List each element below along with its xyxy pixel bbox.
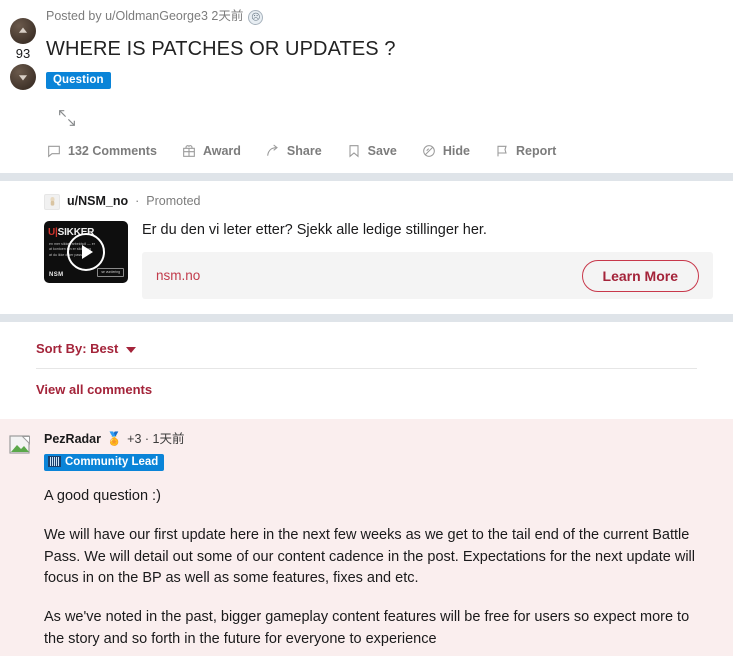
comments-label: 132 Comments	[68, 144, 157, 159]
promoted-header: u/NSM_no · Promoted	[44, 193, 713, 211]
page-title[interactable]: WHERE IS PATCHES OR UPDATES ?	[46, 37, 693, 63]
upvote-arrow[interactable]	[10, 18, 36, 44]
promoted-content: Er du den vi leter etter? Sjekk alle led…	[142, 221, 713, 300]
post-container: 93 Posted by u/OldmanGeorge3 2天前 ☹ WHERE…	[0, 0, 733, 174]
section-divider-band-2	[0, 314, 733, 323]
award-badge-icon: 🏅	[105, 431, 123, 447]
chevron-down-icon	[126, 346, 137, 353]
promoted-cta-bar: nsm.no Learn More	[142, 252, 713, 300]
promoted-separator: ·	[135, 194, 140, 209]
promoted-avatar	[44, 193, 60, 210]
thumbnail-title-accent: U|	[48, 226, 58, 238]
post-action-bar: 132 Comments Award Share Save Hide Repor…	[46, 139, 693, 173]
thumbnail-brand: NSM	[49, 271, 64, 278]
promoted-url[interactable]: nsm.no	[156, 268, 200, 283]
sort-divider	[36, 368, 697, 370]
award-button[interactable]: Award	[181, 139, 251, 163]
section-divider-band-1	[0, 173, 733, 182]
save-label: Save	[367, 144, 397, 159]
status-badge-label: Community Lead	[65, 455, 159, 468]
hide-label: Hide	[442, 144, 470, 159]
play-triangle	[82, 244, 93, 259]
broken-image-placeholder-icon	[9, 435, 31, 455]
hide-button[interactable]: Hide	[421, 139, 480, 163]
post-meta: Posted by u/OldmanGeorge3 2天前 ☹	[46, 8, 693, 26]
comment-paragraph: A good question :)	[44, 488, 161, 505]
sort-by-dropdown[interactable]: Sort By: Best	[36, 341, 137, 357]
post-score: 93	[15, 46, 31, 61]
comment-meta: +3 · 1天前	[127, 432, 185, 447]
report-button[interactable]: Report	[494, 139, 566, 163]
expand-arrows-icon[interactable]	[56, 107, 78, 129]
status-badge[interactable]: Community Lead	[44, 453, 165, 471]
comment-username[interactable]: PezRadar	[44, 431, 101, 449]
promoted-main: U|SIKKER en mer sikker arbeidsdi — er at…	[44, 220, 713, 300]
post-vote-column: 93	[4, 18, 42, 90]
downvote-arrow[interactable]	[10, 63, 36, 90]
play-button-icon[interactable]	[67, 232, 105, 271]
post-flair-question[interactable]: Question	[46, 72, 111, 90]
comment-header: PezRadar 🏅 +3 · 1天前	[44, 431, 713, 449]
comment-container: PezRadar 🏅 +3 · 1天前 Community Lead A goo…	[0, 419, 733, 656]
save-button[interactable]: Save	[346, 139, 407, 163]
post-body: Posted by u/OldmanGeorge3 2天前 ☹ WHERE IS…	[0, 0, 733, 173]
award-label: Award	[202, 144, 241, 159]
comment-paragraph: As we've noted in the past, bigger gamep…	[44, 609, 690, 647]
thumbnail-corner-button: se vurdering	[97, 267, 124, 277]
sort-by-label: Sort By: Best	[36, 341, 119, 357]
comment-paragraph: We will have our first update here in th…	[44, 527, 695, 587]
promoted-ad: u/NSM_no · Promoted U|SIKKER en mer sikk…	[0, 181, 733, 300]
share-button[interactable]: Share	[265, 139, 332, 163]
sad-face-emoji-icon: ☹	[248, 10, 264, 26]
comment-body: A good question :) We will have our firs…	[44, 486, 713, 650]
promoted-username[interactable]: u/NSM_no	[67, 193, 128, 211]
view-all-comments-link[interactable]: View all comments	[36, 382, 152, 397]
report-label: Report	[515, 144, 557, 159]
comments-controls: Sort By: Best View all comments	[0, 322, 733, 400]
share-label: Share	[286, 144, 322, 159]
reddit-post-page: 93 Posted by u/OldmanGeorge3 2天前 ☹ WHERE…	[0, 0, 733, 656]
promoted-label: Promoted	[146, 194, 201, 209]
community-lead-icon	[48, 456, 61, 468]
learn-more-button[interactable]: Learn More	[581, 259, 699, 292]
post-byline[interactable]: Posted by u/OldmanGeorge3 2天前	[46, 8, 243, 26]
promoted-video-thumbnail[interactable]: U|SIKKER en mer sikker arbeidsdi — er at…	[44, 220, 128, 283]
comments-button[interactable]: 132 Comments	[46, 139, 167, 163]
promoted-text[interactable]: Er du den vi leter etter? Sjekk alle led…	[142, 221, 713, 241]
